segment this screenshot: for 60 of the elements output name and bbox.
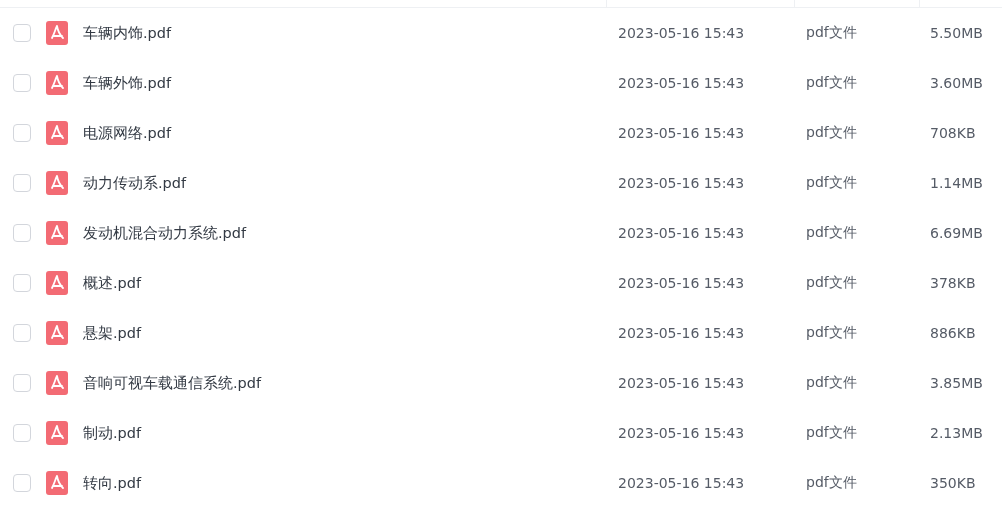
- file-size: 2.13MB: [930, 425, 983, 441]
- pdf-file-icon: [46, 121, 68, 145]
- checkbox[interactable]: [13, 274, 31, 292]
- file-name[interactable]: 动力传动系.pdf: [83, 173, 187, 193]
- pdf-file-icon: [46, 171, 68, 195]
- checkbox[interactable]: [13, 374, 31, 392]
- file-type: pdf文件: [806, 174, 857, 190]
- file-name[interactable]: 音响可视车载通信系统.pdf: [83, 373, 262, 393]
- pdf-file-icon: [46, 271, 68, 295]
- file-size: 886KB: [930, 325, 976, 341]
- file-size: 1.14MB: [930, 175, 983, 191]
- checkbox[interactable]: [13, 224, 31, 242]
- modified-date: 2023-05-16 15:43: [618, 375, 745, 391]
- modified-date: 2023-05-16 15:43: [618, 225, 745, 241]
- modified-date: 2023-05-16 15:43: [618, 425, 745, 441]
- file-type: pdf文件: [806, 474, 857, 490]
- file-type: pdf文件: [806, 224, 857, 240]
- checkbox[interactable]: [13, 174, 31, 192]
- file-name[interactable]: 悬架.pdf: [83, 323, 142, 343]
- pdf-file-icon: [46, 71, 68, 95]
- file-size: 3.60MB: [930, 75, 983, 91]
- modified-date: 2023-05-16 15:43: [618, 175, 745, 191]
- file-size: 3.85MB: [930, 375, 983, 391]
- pdf-file-icon: [46, 421, 68, 445]
- checkbox[interactable]: [13, 474, 31, 492]
- file-type: pdf文件: [806, 74, 857, 90]
- modified-date: 2023-05-16 15:43: [618, 25, 745, 41]
- file-size: 5.50MB: [930, 25, 983, 41]
- file-name[interactable]: 发动机混合动力系统.pdf: [83, 223, 247, 243]
- file-name[interactable]: 车辆外饰.pdf: [83, 73, 172, 93]
- modified-date: 2023-05-16 15:43: [618, 475, 745, 491]
- file-size: 378KB: [930, 275, 976, 291]
- modified-date: 2023-05-16 15:43: [618, 275, 745, 291]
- pdf-file-icon: [46, 21, 68, 45]
- file-name[interactable]: 制动.pdf: [83, 423, 142, 443]
- pdf-file-icon: [46, 471, 68, 495]
- checkbox[interactable]: [13, 24, 31, 42]
- checkbox[interactable]: [13, 324, 31, 342]
- file-type: pdf文件: [806, 24, 857, 40]
- modified-date: 2023-05-16 15:43: [618, 325, 745, 341]
- modified-date: 2023-05-16 15:43: [618, 125, 745, 141]
- file-name[interactable]: 概述.pdf: [83, 273, 142, 293]
- file-type: pdf文件: [806, 424, 857, 440]
- file-size: 6.69MB: [930, 225, 983, 241]
- file-name[interactable]: 车辆内饰.pdf: [83, 23, 172, 43]
- pdf-file-icon: [46, 221, 68, 245]
- pdf-file-icon: [46, 371, 68, 395]
- checkbox[interactable]: [13, 424, 31, 442]
- file-size: 708KB: [930, 125, 976, 141]
- file-type: pdf文件: [806, 274, 857, 290]
- checkbox[interactable]: [13, 74, 31, 92]
- file-name[interactable]: 电源网络.pdf: [83, 123, 172, 143]
- checkbox[interactable]: [13, 124, 31, 142]
- pdf-file-icon: [46, 321, 68, 345]
- file-type: pdf文件: [806, 124, 857, 140]
- file-type: pdf文件: [806, 324, 857, 340]
- file-type: pdf文件: [806, 374, 857, 390]
- file-name[interactable]: 转向.pdf: [83, 473, 142, 493]
- file-size: 350KB: [930, 475, 976, 491]
- modified-date: 2023-05-16 15:43: [618, 75, 745, 91]
